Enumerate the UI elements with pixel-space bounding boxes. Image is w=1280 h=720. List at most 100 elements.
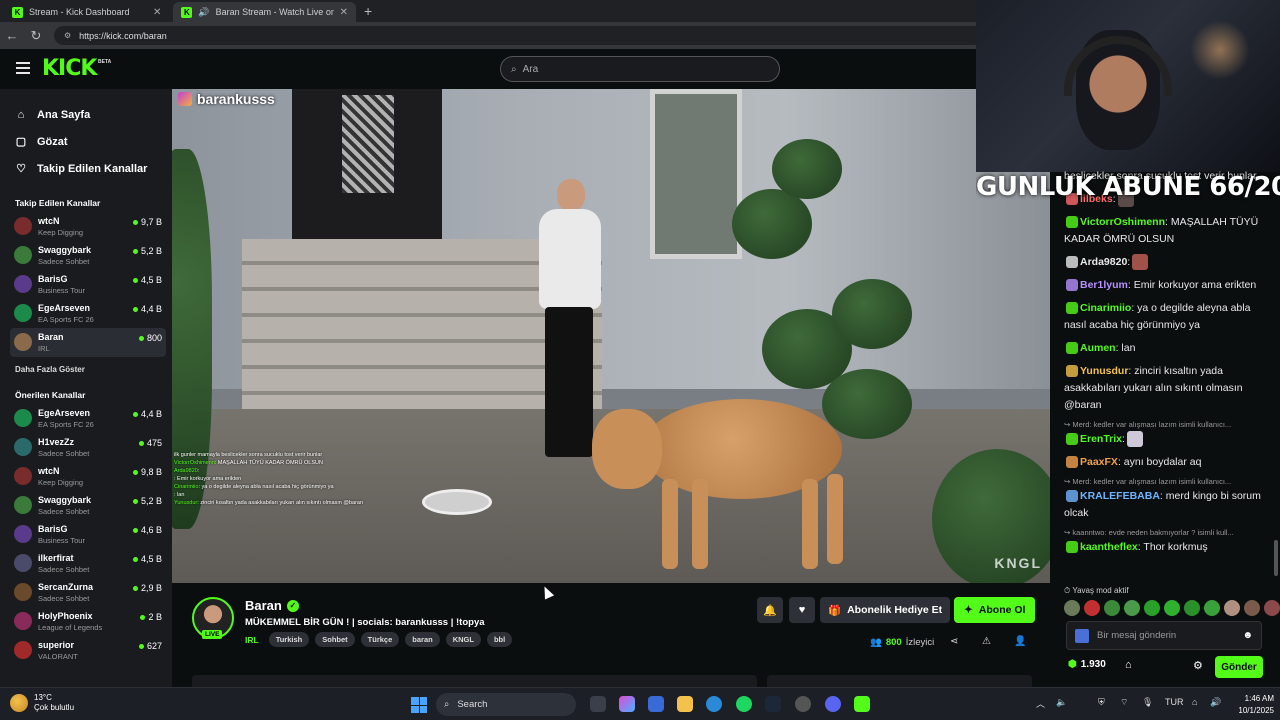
- chat-username[interactable]: Ber1lyum: [1080, 279, 1128, 291]
- store-icon[interactable]: ⌂: [1125, 659, 1132, 671]
- sidebar-channel-item[interactable]: Swaggybark Sadece Sohbet 5,2 B: [10, 491, 166, 520]
- windows-start-icon[interactable]: [411, 697, 427, 713]
- network-icon[interactable]: ⌂: [1192, 697, 1197, 707]
- channel-points[interactable]: ⬢ 1.930: [1068, 659, 1106, 670]
- stream-tag[interactable]: Turkish: [268, 632, 310, 647]
- chat-reply-context[interactable]: ↪ Merd: kedler var alışması lazım isimli…: [1064, 477, 1264, 486]
- follow-button[interactable]: ♥: [789, 597, 815, 623]
- emote[interactable]: [1084, 600, 1100, 616]
- site-info-icon[interactable]: ⚙: [64, 31, 71, 40]
- share-icon[interactable]: ⋖: [950, 636, 958, 647]
- chat-username[interactable]: VictorrOshimenn: [1080, 216, 1165, 228]
- reload-icon[interactable]: ↻: [24, 28, 48, 44]
- emote[interactable]: [1244, 600, 1260, 616]
- speaker-icon[interactable]: 🔊: [1210, 697, 1221, 708]
- volume-icon[interactable]: 🔈: [1056, 697, 1067, 708]
- notification-bell-button[interactable]: 🔔: [757, 597, 783, 623]
- emote[interactable]: [1224, 600, 1240, 616]
- subscribe-button[interactable]: ✦ Abone Ol: [954, 597, 1036, 623]
- user-add-icon[interactable]: 👤: [1014, 636, 1026, 647]
- search-input[interactable]: ⌕ Ara: [500, 56, 780, 82]
- edge-browser-icon[interactable]: [706, 696, 722, 712]
- weather-widget[interactable]: 13°C Çok bulutlu: [10, 693, 74, 713]
- nav-browse[interactable]: ▢ Gözat: [15, 128, 172, 155]
- stream-tag[interactable]: baran: [405, 632, 440, 647]
- clock[interactable]: 1:46 AM 10/1/2025: [1230, 693, 1274, 717]
- menu-icon[interactable]: [16, 62, 30, 74]
- sidebar-channel-item[interactable]: ilkerfirat Sadece Sohbet 4,5 B: [10, 549, 166, 578]
- new-tab-icon[interactable]: +: [364, 3, 372, 22]
- report-icon[interactable]: ⚠: [982, 636, 991, 647]
- nav-home[interactable]: ⌂ Ana Sayfa: [15, 101, 172, 128]
- url-field[interactable]: ⚙ https://kick.com/baran: [54, 26, 984, 45]
- speaker-icon[interactable]: 🔊: [198, 7, 209, 18]
- kick-app-icon[interactable]: [854, 696, 870, 712]
- gear-icon[interactable]: ⚙: [1193, 659, 1203, 672]
- show-more-button[interactable]: Daha Fazla Göster: [0, 357, 172, 378]
- sidebar-channel-item[interactable]: wtcN Keep Digging 9,8 B: [10, 462, 166, 491]
- nav-following[interactable]: ♡ Takip Edilen Kanallar: [15, 155, 172, 182]
- emote[interactable]: [1124, 600, 1140, 616]
- stream-tag[interactable]: Sohbet: [315, 632, 355, 647]
- tab-baran-stream[interactable]: K 🔊 Baran Stream - Watch Live on Kick ✕: [173, 2, 356, 22]
- sidebar-channel-item[interactable]: wtcN Keep Digging 9,7 B: [10, 212, 166, 241]
- sidebar-channel-item[interactable]: EgeArseven EA Sports FC 26 4,4 B: [10, 404, 166, 433]
- chat-reply-context[interactable]: ↪ kaanntwo: evde neden bakmıyorlar ? isi…: [1064, 528, 1264, 537]
- discord-icon[interactable]: [825, 696, 841, 712]
- chat-username[interactable]: PaaxFX: [1080, 456, 1118, 468]
- language-indicator[interactable]: TUR: [1165, 697, 1184, 707]
- taskbar-search[interactable]: ⌕ Search: [436, 693, 576, 716]
- chat-message-input[interactable]: Bir mesaj gönderin ☻: [1066, 621, 1262, 650]
- wifi-icon[interactable]: ⌔: [1120, 697, 1128, 708]
- file-explorer-icon[interactable]: [677, 696, 693, 712]
- spotify-icon[interactable]: [736, 696, 752, 712]
- gift-subscription-button[interactable]: 🎁 Abonelik Hediye Et: [820, 597, 951, 623]
- stream-tag[interactable]: bbl: [486, 632, 513, 647]
- task-view-icon[interactable]: [590, 696, 606, 712]
- steam-icon[interactable]: [765, 696, 781, 712]
- chat-reply-context[interactable]: ↪ Merd: kedler var alışması lazım isimli…: [1064, 420, 1264, 429]
- chat-username[interactable]: ErenTrix: [1080, 433, 1122, 445]
- chat-username[interactable]: kaantheflex: [1080, 541, 1138, 553]
- copilot-icon[interactable]: [619, 696, 635, 712]
- sidebar-channel-item[interactable]: Swaggybark Sadece Sohbet 5,2 B: [10, 241, 166, 270]
- sidebar-channel-item[interactable]: EgeArseven EA Sports FC 26 4,4 B: [10, 299, 166, 328]
- sidebar-channel-item[interactable]: Baran IRL 800: [10, 328, 166, 357]
- emote[interactable]: [1144, 600, 1160, 616]
- send-button[interactable]: Gönder: [1215, 656, 1263, 678]
- shield-icon[interactable]: ⛨: [1098, 697, 1105, 708]
- back-icon[interactable]: ←: [0, 28, 24, 43]
- chevron-up-icon[interactable]: ︿: [1036, 697, 1045, 710]
- stream-category[interactable]: IRL: [245, 635, 259, 645]
- emote[interactable]: [1164, 600, 1180, 616]
- chat-identity-icon[interactable]: [1075, 628, 1089, 643]
- emote[interactable]: [1264, 600, 1280, 616]
- kick-logo[interactable]: KICK: [42, 56, 97, 81]
- emote[interactable]: [1204, 600, 1220, 616]
- sidebar-channel-item[interactable]: superior VALORANT 627: [10, 636, 166, 665]
- sidebar-channel-item[interactable]: BarisG Business Tour 4,5 B: [10, 270, 166, 299]
- chat-username[interactable]: Aumen: [1080, 342, 1116, 354]
- chat-username[interactable]: Arda9820: [1080, 256, 1127, 268]
- chat-username[interactable]: Cinarimiio: [1080, 302, 1131, 314]
- streamer-name[interactable]: Baran ✓: [245, 598, 299, 613]
- store-app-icon[interactable]: [648, 696, 664, 712]
- chat-username[interactable]: Yunusdur: [1080, 365, 1128, 377]
- tab-kick-dashboard[interactable]: K Stream - Kick Dashboard ✕: [4, 2, 169, 22]
- mic-icon[interactable]: 🎙: [1142, 697, 1153, 708]
- chat-username[interactable]: KRALEFEBABA: [1080, 490, 1160, 502]
- stream-tag[interactable]: KNGL: [445, 632, 481, 647]
- close-icon[interactable]: ✕: [340, 7, 348, 18]
- close-icon[interactable]: ✕: [153, 7, 161, 18]
- obs-icon[interactable]: [795, 696, 811, 712]
- emoji-icon[interactable]: ☻: [1242, 630, 1253, 641]
- emote[interactable]: [1104, 600, 1120, 616]
- sidebar-channel-item[interactable]: HolyPhoenix League of Legends 2 B: [10, 607, 166, 636]
- emote[interactable]: [1184, 600, 1200, 616]
- chat-scrollbar[interactable]: [1274, 540, 1278, 576]
- stream-tag[interactable]: Türkçe: [360, 632, 400, 647]
- sidebar-channel-item[interactable]: SercanZurna Sadece Sohbet 2,9 B: [10, 578, 166, 607]
- sidebar-channel-item[interactable]: BarisG Business Tour 4,6 B: [10, 520, 166, 549]
- emote[interactable]: [1064, 600, 1080, 616]
- video-player[interactable]: barankusss KNGL ilk gunler mamayla besli…: [172, 89, 1050, 583]
